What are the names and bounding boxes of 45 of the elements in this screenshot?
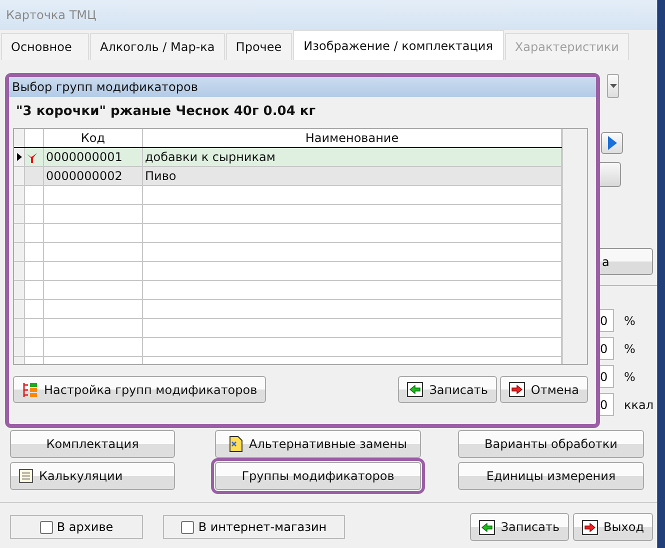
play-icon bbox=[608, 136, 616, 150]
unit-label: ккал bbox=[624, 398, 654, 412]
table-cell: Пиво bbox=[143, 167, 562, 185]
tab[interactable]: Изображение / комплектация bbox=[292, 30, 504, 60]
list-icon bbox=[19, 469, 33, 483]
row-indicator bbox=[14, 129, 25, 147]
window-title: Карточка ТМЦ bbox=[6, 8, 96, 22]
table-cell: 0000000002 bbox=[44, 167, 143, 185]
caret-icon bbox=[610, 84, 616, 88]
dialog-button[interactable]: Настройка групп модификаторов bbox=[13, 376, 266, 403]
row-pointer-icon bbox=[16, 153, 22, 161]
tree-icon bbox=[22, 382, 38, 398]
dropdown-button[interactable] bbox=[607, 74, 619, 98]
table-row[interactable]: 0000000001 добавки к сырникам bbox=[14, 148, 562, 167]
action-button[interactable]: Варианты обработки bbox=[458, 430, 644, 458]
table-cell: добавки к сырникам bbox=[143, 148, 562, 166]
arrow-right-icon bbox=[508, 382, 525, 397]
dialog-button[interactable]: Отмена bbox=[500, 376, 588, 403]
action-button[interactable]: Альтернативные замены bbox=[215, 430, 421, 458]
document-icon bbox=[228, 436, 243, 452]
tab[interactable]: Основное bbox=[1, 33, 89, 60]
unit-label: % bbox=[624, 342, 636, 356]
product-name: "3 корочки" ржаные Чеснок 40г 0.04 кг bbox=[16, 104, 316, 119]
footer-button[interactable]: Записать bbox=[470, 513, 569, 541]
checkbox[interactable]: В архиве bbox=[10, 515, 143, 539]
unit-label: % bbox=[624, 314, 636, 328]
footer-button[interactable]: Выход bbox=[572, 513, 653, 541]
tab[interactable]: Прочее bbox=[226, 33, 292, 60]
row-indicator bbox=[14, 167, 25, 185]
checkbox[interactable]: В интернет-магазин bbox=[163, 515, 345, 539]
arrow-left-icon bbox=[478, 520, 495, 534]
column-header[interactable]: Код bbox=[44, 129, 143, 147]
table-cell: 0000000001 bbox=[44, 148, 143, 166]
action-button[interactable]: Единицы измерения bbox=[458, 462, 644, 490]
action-button[interactable]: Комплектация bbox=[10, 430, 175, 458]
arrow-left-icon bbox=[407, 382, 424, 397]
dialog-button[interactable]: Записать bbox=[398, 376, 497, 403]
tab[interactable]: Алкоголь / Мар-ка bbox=[90, 33, 225, 60]
action-button[interactable]: Калькуляции bbox=[10, 462, 175, 490]
dialog-title: Выбор групп модификаторов bbox=[12, 80, 198, 94]
button[interactable]: а bbox=[597, 248, 653, 275]
table-row[interactable]: 0000000002 Пиво bbox=[14, 167, 562, 186]
next-button[interactable] bbox=[601, 132, 623, 154]
unit-label: % bbox=[624, 370, 636, 384]
arrow-right-icon bbox=[582, 520, 598, 534]
